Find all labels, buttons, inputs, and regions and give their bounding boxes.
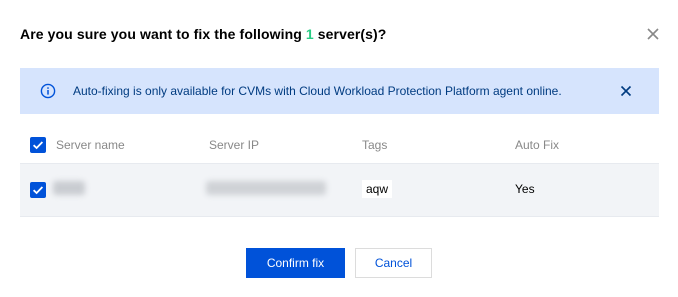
column-auto-fix: Auto Fix bbox=[515, 138, 560, 152]
column-tags: Tags bbox=[362, 138, 388, 152]
notice-close-icon[interactable] bbox=[619, 84, 633, 98]
column-server-ip: Server IP bbox=[209, 138, 260, 152]
table-header: Server name Server IP Tags Auto Fix bbox=[20, 126, 659, 164]
confirm-fix-button[interactable]: Confirm fix bbox=[246, 248, 345, 278]
fix-servers-dialog: Are you sure you want to fix the followi… bbox=[0, 0, 678, 297]
info-circle-icon bbox=[40, 83, 56, 99]
servers-table: Server name Server IP Tags Auto Fix aqw … bbox=[20, 126, 659, 217]
select-all-checkbox[interactable] bbox=[30, 137, 46, 153]
column-server-name: Server name bbox=[56, 138, 125, 152]
title-suffix: server(s)? bbox=[313, 26, 387, 42]
cancel-button[interactable]: Cancel bbox=[355, 248, 432, 278]
close-icon[interactable] bbox=[645, 26, 661, 42]
table-row[interactable]: aqw Yes bbox=[20, 164, 659, 217]
server-ip-redacted bbox=[206, 181, 326, 195]
dialog-title-text: Are you sure you want to fix the followi… bbox=[20, 26, 386, 42]
info-notice: Auto-fixing is only available for CVMs w… bbox=[20, 68, 659, 114]
dialog-title: Are you sure you want to fix the followi… bbox=[20, 24, 386, 44]
server-name-redacted bbox=[53, 181, 85, 195]
title-prefix: Are you sure you want to fix the followi… bbox=[20, 26, 306, 42]
tag-badge: aqw bbox=[362, 180, 393, 198]
server-count: 1 bbox=[305, 26, 314, 42]
auto-fix-value: Yes bbox=[515, 182, 535, 196]
notice-text: Auto-fixing is only available for CVMs w… bbox=[73, 84, 562, 98]
row-checkbox[interactable] bbox=[30, 182, 46, 198]
